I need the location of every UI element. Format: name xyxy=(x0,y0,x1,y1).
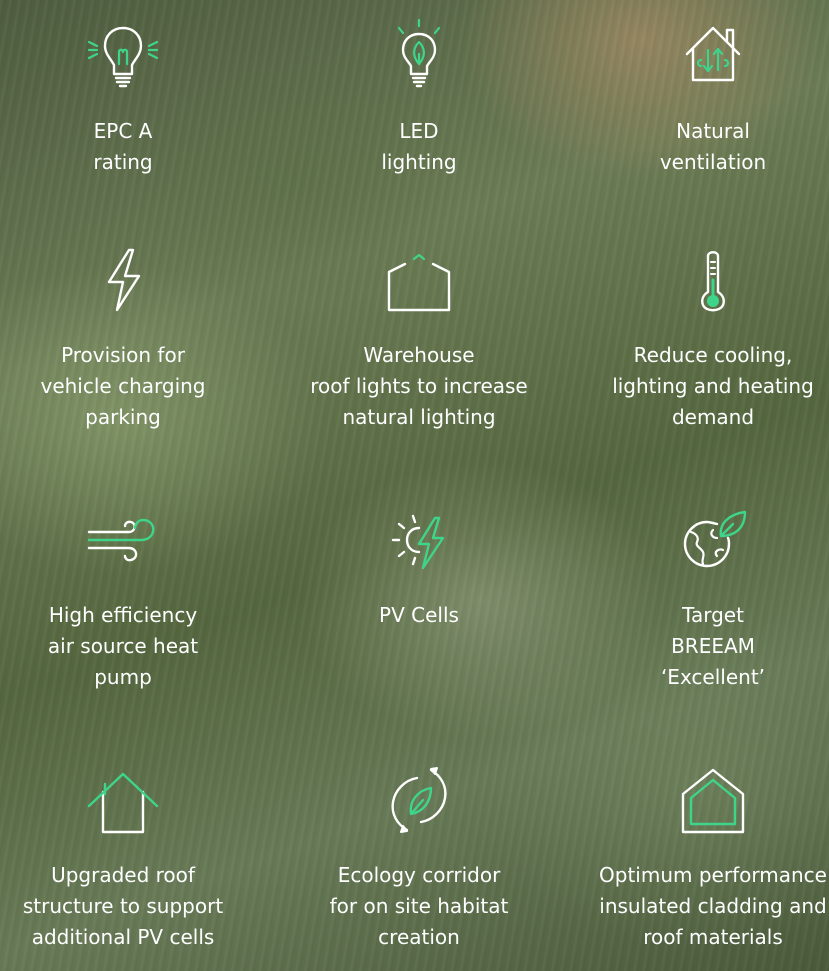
feature-insulated-cladding: Optimum performance insulated cladding a… xyxy=(568,760,829,953)
feature-label-line: air source heat xyxy=(47,634,199,658)
feature-label-line: demand xyxy=(671,405,755,429)
feature-label-line: EPC A xyxy=(93,119,153,143)
feature-label-line: insulated cladding and xyxy=(599,894,827,918)
feature-label-line: Upgraded roof xyxy=(51,863,195,887)
feature-label-line: Target xyxy=(682,603,744,627)
globe-leaf-icon xyxy=(673,500,753,580)
feature-breeam-target: Target BREEAM ‘Excellent’ xyxy=(568,500,829,693)
feature-label-line: LED xyxy=(399,119,439,143)
feature-label-line: Optimum performance xyxy=(599,863,827,887)
feature-led-lighting: LED lighting xyxy=(274,16,564,178)
feature-label-line: PV Cells xyxy=(379,603,459,627)
light-bulb-icon xyxy=(83,16,163,96)
feature-label-line: ventilation xyxy=(659,150,767,174)
feature-label-line: rating xyxy=(93,150,153,174)
feature-label-line: Natural xyxy=(676,119,750,143)
feature-label-line: vehicle charging xyxy=(40,374,206,398)
feature-label-line: ‘Excellent’ xyxy=(660,665,766,689)
feature-label-line: parking xyxy=(85,405,161,429)
feature-label-line: BREEAM xyxy=(671,634,755,658)
feature-label-line: Ecology corridor xyxy=(337,863,501,887)
feature-label-line: lighting xyxy=(381,150,457,174)
roof-structure-icon xyxy=(83,760,163,840)
feature-natural-ventilation: Natural ventilation xyxy=(568,16,829,178)
feature-reduce-demand: Reduce cooling, lighting and heating dem… xyxy=(568,240,829,433)
eco-cycle-icon xyxy=(379,760,459,840)
feature-label-line: roof lights to increase xyxy=(310,374,528,398)
led-bulb-icon xyxy=(379,16,459,96)
feature-label-line: Reduce cooling, xyxy=(633,343,793,367)
feature-ecology-corridor: Ecology corridor for on site habitat cre… xyxy=(274,760,564,953)
feature-warehouse-roof-lights: Warehouse roof lights to increase natura… xyxy=(274,240,564,433)
feature-heat-pump: High efficiency air source heat pump xyxy=(0,500,268,693)
feature-label-line: Warehouse xyxy=(363,343,475,367)
feature-vehicle-charging: Provision for vehicle charging parking xyxy=(0,240,268,433)
thermometer-icon xyxy=(673,240,753,320)
feature-label-line: structure to support xyxy=(22,894,224,918)
feature-label-line: additional PV cells xyxy=(31,925,215,949)
wind-icon xyxy=(83,500,163,580)
lightning-bolt-icon xyxy=(83,240,163,320)
feature-label-line: Provision for xyxy=(61,343,185,367)
insulated-house-icon xyxy=(673,760,753,840)
feature-upgraded-roof: Upgraded roof structure to support addit… xyxy=(0,760,268,953)
feature-label-line: lighting and heating xyxy=(612,374,814,398)
warehouse-roof-icon xyxy=(379,240,459,320)
feature-label-line: natural lighting xyxy=(342,405,496,429)
ventilation-house-icon xyxy=(673,16,753,96)
feature-label-line: High efficiency xyxy=(48,603,198,627)
feature-pv-cells: PV Cells xyxy=(274,500,564,631)
solar-power-icon xyxy=(379,500,459,580)
feature-label-line: creation xyxy=(378,925,460,949)
feature-label-line: for on site habitat xyxy=(329,894,509,918)
feature-epc-rating: EPC A rating xyxy=(0,16,268,178)
feature-label-line: roof materials xyxy=(643,925,783,949)
feature-label-line: pump xyxy=(94,665,152,689)
